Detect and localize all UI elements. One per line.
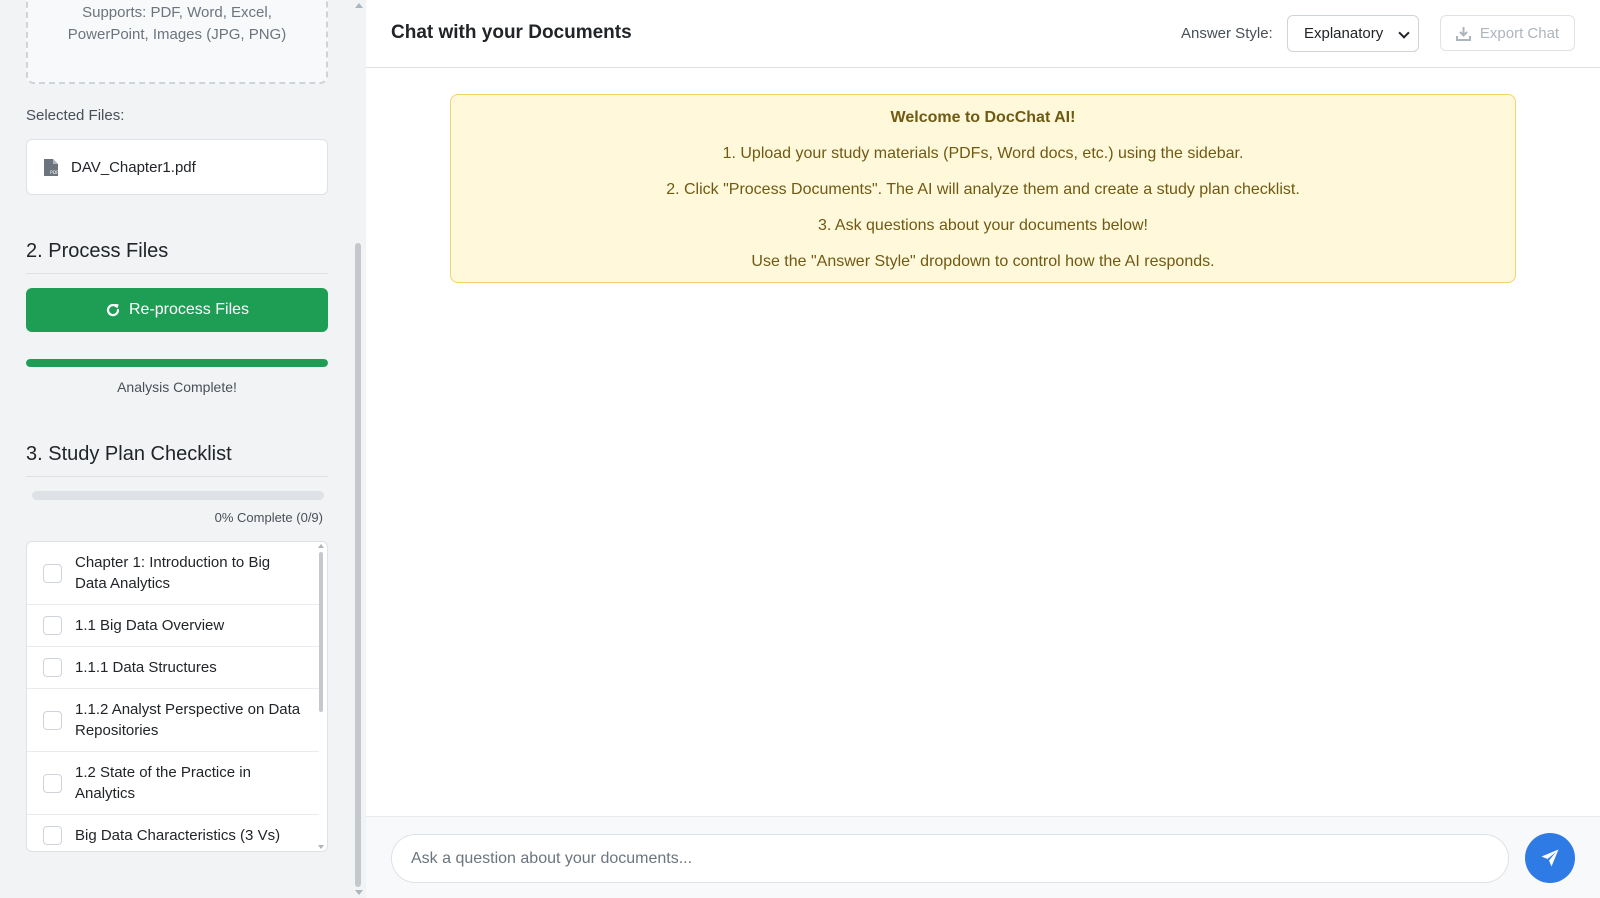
paper-plane-icon xyxy=(1541,849,1559,867)
checklist-item[interactable]: Chapter 1: Introduction to Big Data Anal… xyxy=(27,542,319,605)
selected-file-item: PDF DAV_Chapter1.pdf xyxy=(26,139,328,195)
study-plan-progress-bar xyxy=(32,491,324,500)
file-name: DAV_Chapter1.pdf xyxy=(71,158,196,176)
welcome-message: Welcome to DocChat AI! 1. Upload your st… xyxy=(450,94,1516,283)
send-button[interactable] xyxy=(1525,833,1575,883)
sidebar-scrollbar[interactable] xyxy=(355,243,361,887)
refresh-icon xyxy=(106,303,120,317)
export-chat-button[interactable]: Export Chat xyxy=(1440,15,1575,51)
chat-header: Chat with your Documents Answer Style: E… xyxy=(366,0,1600,68)
welcome-title: Welcome to DocChat AI! xyxy=(890,109,1076,126)
upload-hint: Supports: PDF, Word, Excel, PowerPoint, … xyxy=(67,4,287,43)
welcome-line: Use the "Answer Style" dropdown to contr… xyxy=(751,253,1215,270)
chevron-down-icon xyxy=(1398,27,1410,39)
checklist-checkbox[interactable] xyxy=(43,658,62,677)
chat-input[interactable] xyxy=(391,834,1509,883)
pdf-file-icon: PDF xyxy=(44,158,59,176)
sidebar-scroll-down-arrow[interactable] xyxy=(355,890,363,895)
welcome-line: 2. Click "Process Documents". The AI wil… xyxy=(666,181,1300,198)
checklist-item-label: 1.1.1 Data Structures xyxy=(75,659,217,676)
checklist-checkbox[interactable] xyxy=(43,563,62,583)
reprocess-label: Re-process Files xyxy=(128,301,250,318)
answer-style-label: Answer Style: xyxy=(1181,25,1273,42)
svg-text:PDF: PDF xyxy=(50,170,59,176)
processing-status: Analysis Complete! xyxy=(117,379,237,395)
answer-style-select[interactable]: Explanatory xyxy=(1287,15,1419,52)
chat-input-bar xyxy=(366,816,1600,898)
checklist-item[interactable]: 1.1 Big Data Overview xyxy=(27,605,319,647)
checklist-scrollbar[interactable] xyxy=(319,552,323,712)
checklist-item[interactable]: 1.1.2 Analyst Perspective on Data Reposi… xyxy=(27,689,319,752)
checklist-scroll-up-arrow[interactable] xyxy=(318,544,324,548)
checklist-checkbox[interactable] xyxy=(43,710,62,730)
welcome-line: 1. Upload your study materials (PDFs, Wo… xyxy=(722,145,1244,162)
sidebar-scroll-up-arrow[interactable] xyxy=(355,3,363,8)
checklist-item-label: 1.2 State of the Practice in Analytics xyxy=(75,764,251,802)
page-title: Chat with your Documents xyxy=(391,22,632,43)
download-icon xyxy=(1455,26,1471,41)
study-plan-heading: 3. Study Plan Checklist xyxy=(26,443,328,477)
file-dropzone[interactable]: Supports: PDF, Word, Excel, PowerPoint, … xyxy=(26,0,328,84)
checklist-checkbox[interactable] xyxy=(43,616,62,635)
welcome-line: 3. Ask questions about your documents be… xyxy=(818,217,1148,234)
checklist-item-label: Chapter 1: Introduction to Big Data Anal… xyxy=(75,554,271,592)
process-files-heading: 2. Process Files xyxy=(26,240,328,274)
checklist-checkbox[interactable] xyxy=(43,826,62,845)
chat-panel: Chat with your Documents Answer Style: E… xyxy=(366,0,1600,898)
processing-progress-bar xyxy=(26,359,328,367)
processing-progress-fill xyxy=(26,359,328,367)
checklist-checkbox[interactable] xyxy=(43,773,62,793)
selected-files-label: Selected Files: xyxy=(26,107,125,124)
checklist-item[interactable]: 1.1.1 Data Structures xyxy=(27,647,319,689)
checklist-item-label: 1.1 Big Data Overview xyxy=(75,617,225,634)
export-label: Export Chat xyxy=(1479,24,1560,42)
checklist-scroll-down-arrow[interactable] xyxy=(318,845,324,849)
study-plan-progress-text: 0% Complete (0/9) xyxy=(214,510,323,525)
checklist-item-label: Big Data Characteristics (3 Vs) xyxy=(75,827,281,844)
checklist-item[interactable]: 1.2 State of the Practice in Analytics xyxy=(27,752,319,815)
checklist-item-label: 1.1.2 Analyst Perspective on Data Reposi… xyxy=(75,701,301,739)
answer-style-value: Explanatory xyxy=(1304,25,1384,42)
checklist-item[interactable]: Big Data Characteristics (3 Vs) xyxy=(27,815,319,851)
sidebar: Supports: PDF, Word, Excel, PowerPoint, … xyxy=(0,0,366,898)
study-plan-checklist: Chapter 1: Introduction to Big Data Anal… xyxy=(26,541,328,852)
reprocess-files-button[interactable]: Re-process Files xyxy=(26,288,328,332)
